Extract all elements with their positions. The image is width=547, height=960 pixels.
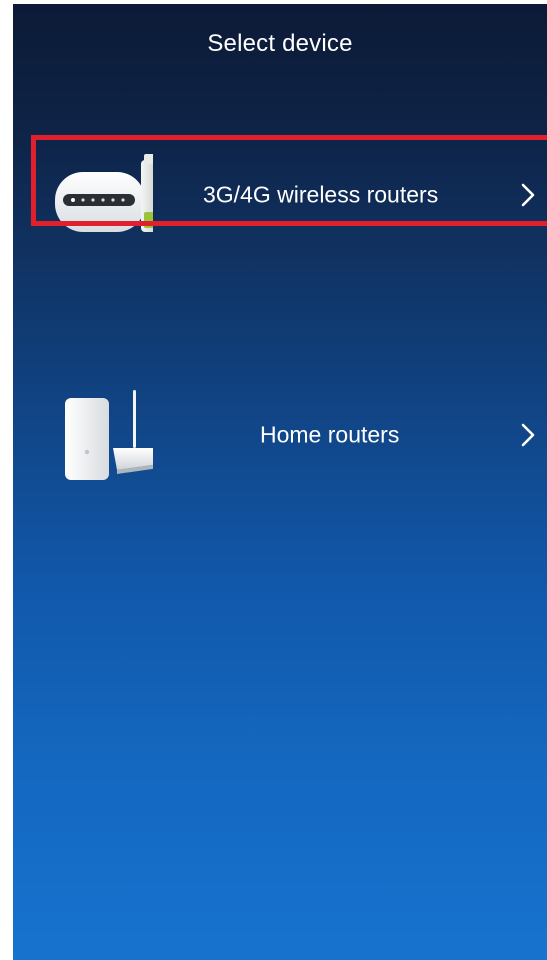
home-router-icon bbox=[65, 390, 153, 480]
selection-highlight-box bbox=[31, 135, 547, 226]
page-title: Select device bbox=[207, 30, 353, 57]
chevron-right-icon bbox=[521, 423, 535, 447]
select-device-screen: Select device 3G/4G wireless routers Hom… bbox=[13, 4, 547, 960]
device-item-home-routers[interactable]: Home routers bbox=[13, 390, 547, 480]
device-item-label: Home routers bbox=[260, 421, 400, 448]
